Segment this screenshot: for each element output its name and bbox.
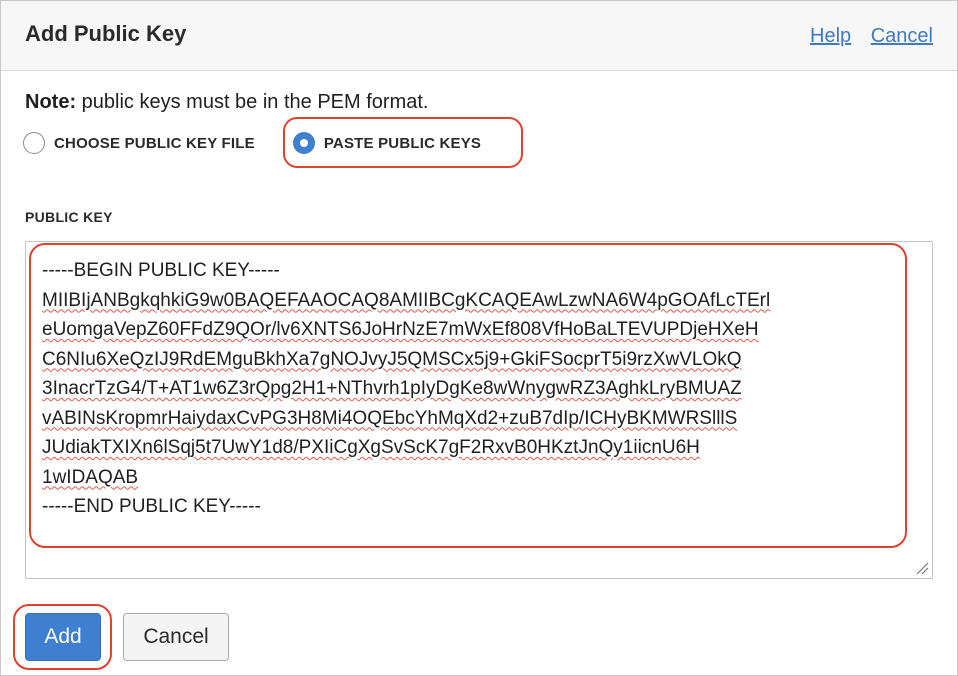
add-button[interactable]: Add [25,613,101,661]
dialog-title: Add Public Key [25,21,187,46]
paste-keys-radio[interactable] [292,132,315,154]
key-source-radio-group: CHOOSE PUBLIC KEY FILE PASTE PUBLIC KEYS [23,129,481,157]
paste-keys-label: PASTE PUBLIC KEYS [323,134,482,152]
note-label: Note: [25,91,77,113]
key-line: MIIBIjANBgkqhkiG9w0BAQEFAAOCAQ8AMIIBCgKC… [42,289,771,311]
key-line: vABINsKropmrHaiydaxCvPG3H8Mi4OQEbcYhMqXd… [42,407,738,429]
key-line: C6NIu6XeQzIJ9RdEMguBkhXa7gNOJvyJ5QMSCx5j… [42,348,742,370]
paste-public-keys-option[interactable]: PASTE PUBLIC KEYS [292,132,482,154]
public-key-textarea[interactable]: -----BEGIN PUBLIC KEY----- MIIBIjANBgkqh… [25,241,933,579]
choose-file-label: CHOOSE PUBLIC KEY FILE [54,134,255,152]
key-line: eUomgaVepZ60FFdZ9QOr/lv6XNTS6JoHrNzE7mWx… [42,319,759,340]
key-line: JUdiakTXIXn6lSqj5t7UwY1d8/PXIiCgXgSvScK7… [42,437,700,458]
choose-file-radio[interactable] [23,132,45,154]
resize-handle-icon[interactable] [915,561,929,575]
key-line: -----BEGIN PUBLIC KEY----- [42,260,280,281]
cancel-button[interactable]: Cancel [123,613,229,661]
public-key-label: PUBLIC KEY [25,209,113,225]
key-line: 3InacrTzG4/T+AT1w6Z3rQpg2H1+NThvrh1pIyDg… [42,378,742,399]
dialog-header: Add Public Key Help Cancel [1,1,957,71]
note-text: public keys must be in the PEM format. [76,91,429,113]
choose-public-key-file-option[interactable]: CHOOSE PUBLIC KEY FILE [23,132,255,154]
public-key-content: -----BEGIN PUBLIC KEY----- MIIBIjANBgkqh… [42,256,770,522]
key-line: -----END PUBLIC KEY----- [42,496,261,517]
pem-format-note: Note: public keys must be in the PEM for… [25,91,428,114]
help-link[interactable]: Help [810,25,851,47]
cancel-link[interactable]: Cancel [871,25,933,47]
key-line: 1wIDAQAB [42,466,139,488]
add-public-key-dialog: Add Public Key Help Cancel Note: public … [0,0,958,676]
header-links: Help Cancel [796,25,933,48]
